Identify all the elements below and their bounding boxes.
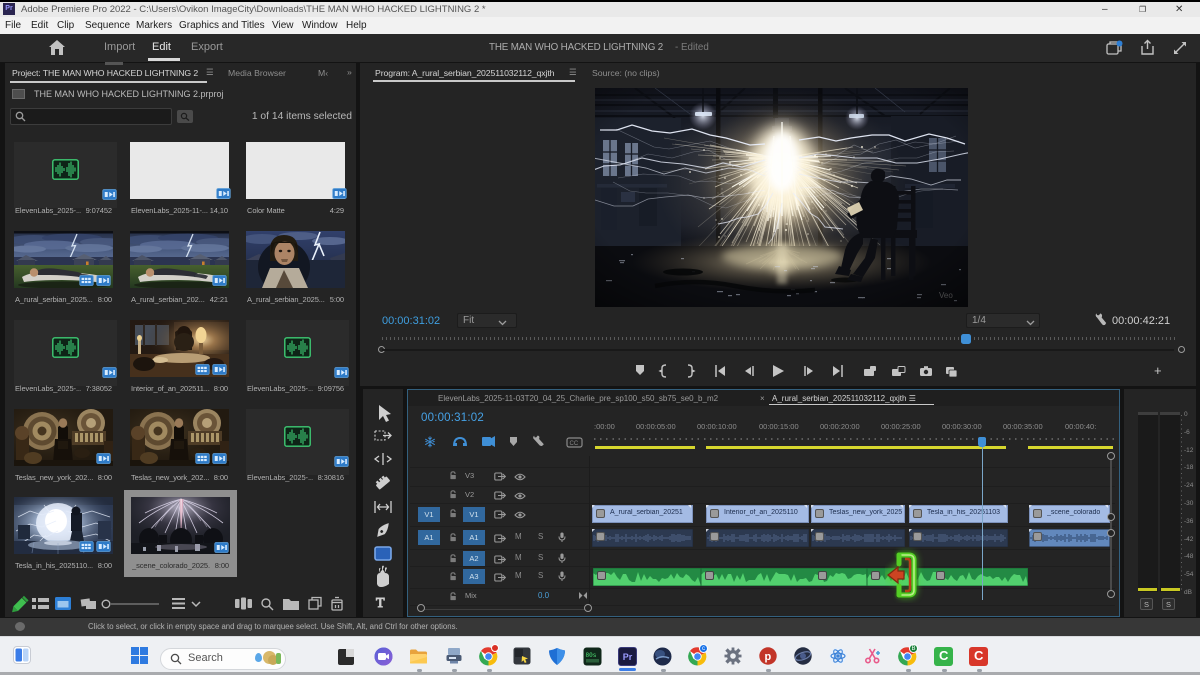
svg-text:p: p <box>765 651 772 663</box>
svg-text:80s: 80s <box>586 652 597 659</box>
svg-text:T: T <box>376 596 385 611</box>
svg-text:CC: CC <box>570 441 579 447</box>
